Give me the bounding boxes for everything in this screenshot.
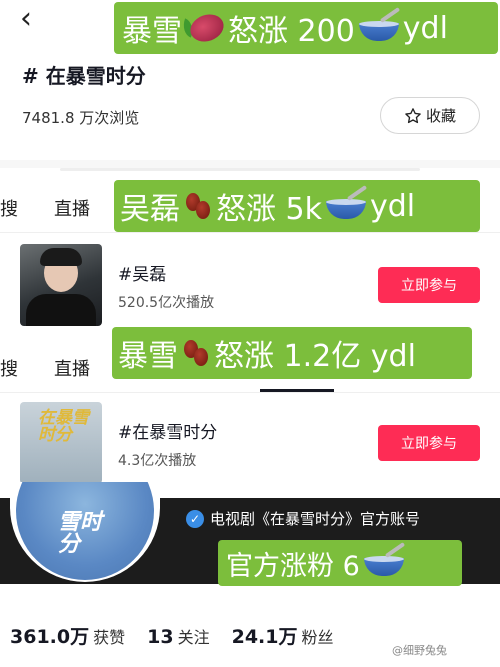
topic-plays: 4.3亿次播放 [118,453,197,469]
caption-text: 暴雪 [122,14,182,49]
caption-text: 吴磊 [120,192,180,227]
caption-overlay-1: 暴雪 怒涨 200 ydl [114,2,498,54]
divider [0,392,500,393]
star-icon [405,107,421,123]
view-count: 7481.8 万次浏览 [22,109,140,127]
beans-icon [186,193,210,219]
avatar-text: 雪时分 [58,510,103,557]
bowl-icon [363,542,405,576]
topic-hashtag[interactable]: #在暴雪时分 [118,418,217,443]
followers-count[interactable]: 24.1万 [232,622,298,649]
join-button[interactable]: 立即参与 [378,267,480,303]
caption-suffix: ydl [370,188,416,224]
caption-text: 怒涨 5k [216,192,322,227]
thumbnail-title: 在暴雪时分 [38,408,89,445]
beans-icon [184,340,208,366]
join-button[interactable]: 立即参与 [378,425,480,461]
account-name[interactable]: 电视剧《在暴雪时分》官方账号 [210,508,420,529]
following-label[interactable]: 关注 [178,624,210,648]
verified-badge-icon: ✓ [186,510,204,528]
watermark: @细野兔兔 [392,644,447,657]
section-divider [0,160,500,168]
likes-label: 获赞 [93,628,126,647]
profile-stats: 361.0万 获赞 13 关注 24.1万 粉丝 [10,622,356,649]
favorite-button[interactable]: 收藏 [380,97,480,134]
topic-thumbnail: 在暴雪时分 [20,402,102,484]
caption-text: 官方涨粉 6 [226,550,360,582]
caption-text: 怒涨 200 [228,14,355,49]
topic-thumbnail [20,244,102,326]
bowl-icon [326,185,368,219]
tab-search[interactable]: 搜 [0,195,18,221]
likes-count: 361.0万 [10,626,90,648]
divider [0,232,500,233]
bowl-icon [358,7,400,41]
caption-text: 怒涨 1.2亿 ydl [214,339,416,374]
followers-label[interactable]: 粉丝 [301,624,333,648]
caption-overlay-3: 暴雪 怒涨 1.2亿 ydl [112,327,472,379]
back-arrow-icon[interactable]: ‹ [20,4,40,34]
caption-text: 暴雪 [118,339,178,374]
caption-overlay-4: 官方涨粉 6 [218,540,462,586]
caption-suffix: ydl [402,10,448,46]
topic-row[interactable]: #吴磊 520.5亿次播放 立即参与 [0,240,500,340]
topic-plays: 520.5亿次播放 [118,295,215,311]
caption-overlay-2: 吴磊 怒涨 5k ydl [114,180,480,232]
tab-live[interactable]: 直播 [54,355,90,381]
sweet-potato-icon [186,9,228,47]
following-count[interactable]: 13 [147,626,173,648]
tab-search[interactable]: 搜 [0,355,18,381]
topic-hashtag[interactable]: #吴磊 [118,260,166,285]
drag-indicator [60,168,420,171]
favorite-label: 收藏 [425,107,456,125]
tab-live[interactable]: 直播 [54,195,90,221]
topic-title: # 在暴雪时分 [22,64,146,88]
